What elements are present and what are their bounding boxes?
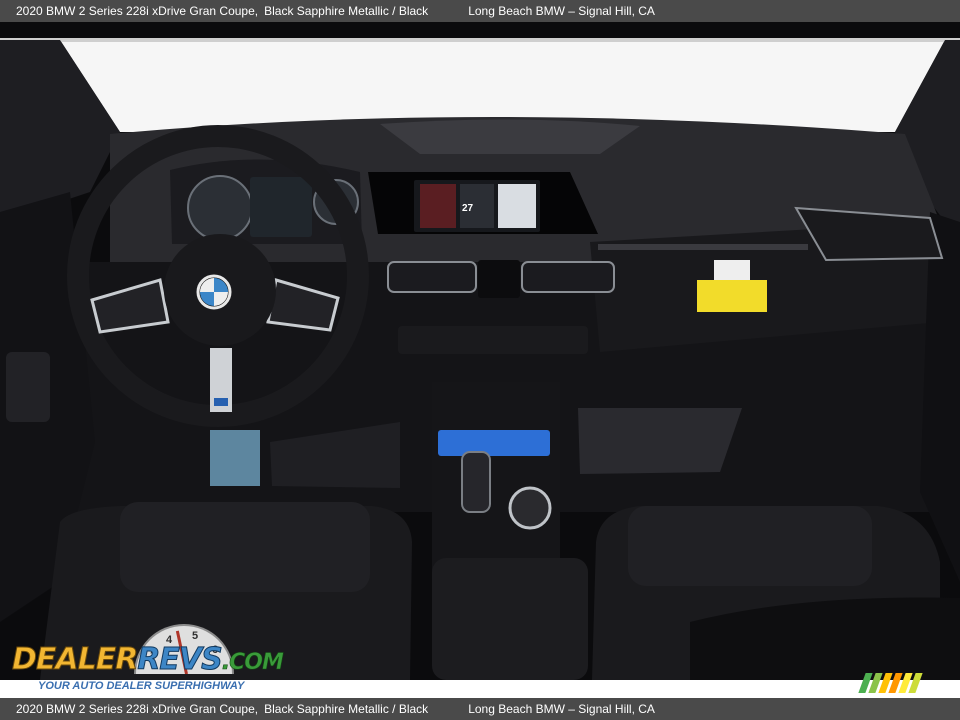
vehicle-color: Black Sapphire Metallic / Black	[264, 702, 429, 716]
floor-mat-wrap-left	[210, 430, 260, 486]
center-vent-left	[387, 261, 477, 293]
gauge-digit: 5	[192, 630, 199, 642]
infotainment-tile-nav	[498, 184, 536, 228]
center-vent-right	[521, 261, 615, 293]
hazard-cluster	[478, 260, 520, 298]
dealerrevs-logo: DEALERREVS.COM	[11, 642, 284, 678]
logo-dealer-text: DEALER	[11, 642, 138, 678]
windshield-top-strip	[0, 38, 960, 42]
center-armrest	[432, 558, 588, 680]
shifter-protective-film	[438, 430, 550, 456]
vehicle-color: Black Sapphire Metallic / Black	[264, 4, 429, 18]
cluster-left-dial	[187, 175, 253, 241]
dashboard-illustration: 27	[0, 38, 960, 680]
interior-photo: 27	[0, 22, 960, 680]
infotainment-temperature: 27	[462, 203, 474, 214]
dashboard-highlight	[380, 119, 640, 154]
caption-bar-bottom: 2020 BMW 2 Series 228i xDrive Gran Coupe…	[0, 698, 960, 720]
dealerrevs-watermark: 3 4 5 6 DEALERREVS.COM YOUR AUTO DEALER …	[11, 624, 284, 694]
driver-headrest-top	[120, 502, 370, 592]
dealer-location: Long Beach BMW – Signal Hill, CA	[468, 4, 655, 18]
caption-bar-top: 2020 BMW 2 Series 228i xDrive Gran Coupe…	[0, 0, 960, 22]
passenger-headrest-top	[628, 506, 872, 586]
idrive-controller	[508, 486, 552, 530]
window-sticker-yellow	[697, 280, 767, 312]
logo-dotcom-text: .COM	[221, 650, 284, 676]
cluster-center-screen	[250, 177, 312, 237]
m-badge	[214, 398, 228, 406]
vehicle-title: 2020 BMW 2 Series 228i xDrive Gran Coupe…	[16, 702, 259, 716]
plastic-wrap-right	[578, 408, 742, 474]
infotainment-tile-media	[420, 184, 456, 228]
dealer-location: Long Beach BMW – Signal Hill, CA	[468, 702, 655, 716]
stripes-logo-icon	[856, 673, 936, 695]
left-window-switches	[6, 352, 50, 422]
vehicle-title: 2020 BMW 2 Series 228i xDrive Gran Coupe…	[16, 4, 259, 18]
logo-tagline: YOUR AUTO DEALER SUPERHIGHWAY	[38, 680, 245, 692]
trim-strip	[598, 244, 808, 250]
logo-revs-text: REVS	[137, 642, 223, 678]
center-console	[432, 382, 560, 582]
gear-selector	[461, 451, 491, 513]
climate-panel	[398, 326, 588, 354]
